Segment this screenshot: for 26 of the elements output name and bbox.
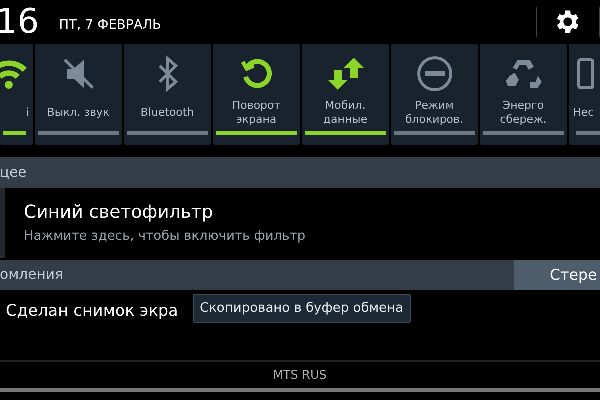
toggle-label: Энерго сбереж. (499, 98, 548, 128)
section-title: цее (0, 164, 27, 180)
quick-toggle[interactable]: i (0, 44, 33, 145)
toggle-label: Режим блокиров. (404, 98, 465, 128)
toggle-label: Поворот экрана (231, 98, 282, 128)
minus-circle-icon (414, 54, 454, 94)
toggle-label: Нес (573, 105, 594, 121)
toggle-label: Bluetooth (140, 105, 194, 121)
notification-text: Нажмите здесь, чтобы включить фильтр (24, 229, 307, 244)
quick-toggle[interactable]: Bluetooth (124, 44, 211, 145)
quick-toggle[interactable]: Нес (569, 44, 600, 145)
quick-toggle[interactable]: Энерго сбереж. (480, 44, 567, 145)
section-title: омления (0, 267, 64, 283)
clear-button[interactable]: Стере (514, 260, 600, 290)
toast-message: Скопировано в буфер обмена (193, 294, 410, 323)
toggle-label: Мобил. данные (322, 98, 369, 128)
clock-time: 16 (0, 5, 40, 39)
quick-toggle[interactable]: Мобил. данные (302, 44, 389, 145)
quick-toggle[interactable]: Поворот экрана (213, 44, 300, 145)
quick-toggle[interactable]: Выкл. звук (35, 44, 122, 145)
notification-title: Сделан снимок экра (6, 301, 178, 320)
date-text: ПТ, 7 ФЕВРАЛЬ (59, 18, 162, 32)
quick-toggle[interactable]: Режим блокиров. (391, 44, 478, 145)
toggle-label: Выкл. звук (47, 105, 110, 121)
toggle-label: i (26, 105, 29, 121)
notification-title: Синий светофильтр (24, 202, 214, 223)
